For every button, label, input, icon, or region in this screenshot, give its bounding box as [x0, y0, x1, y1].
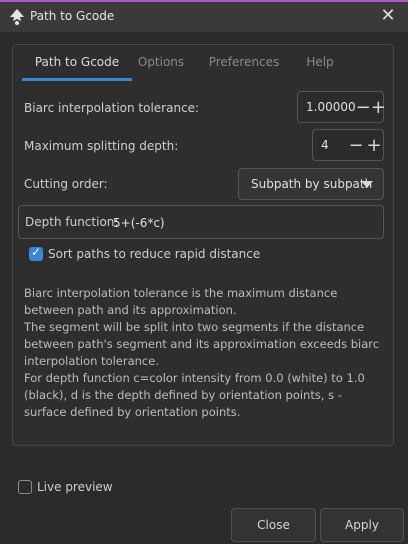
sort-paths-checkbox[interactable]: ✓ — [29, 245, 43, 261]
depth-function-input[interactable] — [111, 209, 377, 237]
checkmark-icon: ✓ — [31, 245, 42, 259]
splitting-depth-value[interactable]: 4 — [313, 138, 347, 152]
cutting-order-dropdown[interactable]: Subpath by subpath — [238, 168, 384, 200]
help-description: Biarc interpolation tolerance is the max… — [24, 285, 384, 421]
description-paragraph: Biarc interpolation tolerance is the max… — [24, 286, 338, 317]
sort-paths-label: Sort paths to reduce rapid distance — [48, 247, 261, 261]
close-icon[interactable]: ✕ — [378, 6, 398, 26]
increment-icon[interactable]: + — [371, 92, 386, 122]
biarc-tolerance-spinner: 1.00000 − + — [297, 91, 386, 123]
apply-button[interactable]: Apply — [320, 508, 404, 542]
biarc-tolerance-label: Biarc interpolation tolerance: — [24, 101, 200, 115]
title-bar: Path to Gcode ✕ — [0, 0, 408, 32]
description-paragraph: For depth function c=color intensity fro… — [24, 371, 365, 419]
depth-function-field: Depth function: — [18, 205, 384, 239]
description-paragraph: The segment will be split into two segme… — [24, 320, 380, 368]
chevron-down-icon — [361, 181, 373, 188]
live-preview-checkbox[interactable] — [18, 480, 32, 494]
tab-preferences[interactable]: Preferences — [204, 45, 284, 81]
cutting-order-label: Cutting order: — [24, 177, 108, 191]
cutting-order-value: Subpath by subpath — [251, 177, 373, 191]
close-button[interactable]: Close — [231, 508, 316, 542]
depth-function-label: Depth function: — [25, 215, 119, 229]
increment-icon[interactable]: + — [365, 130, 383, 160]
inkscape-logo-icon — [10, 9, 24, 25]
decrement-icon[interactable]: − — [347, 130, 365, 160]
decrement-icon[interactable]: − — [356, 92, 371, 122]
splitting-depth-label: Maximum splitting depth: — [24, 139, 179, 153]
biarc-tolerance-value[interactable]: 1.00000 — [298, 100, 356, 114]
tab-help[interactable]: Help — [300, 45, 340, 81]
tab-path-to-gcode[interactable]: Path to Gcode — [22, 45, 132, 81]
window-title: Path to Gcode — [30, 9, 115, 23]
live-preview-label: Live preview — [37, 480, 113, 494]
splitting-depth-spinner: 4 − + — [312, 129, 384, 161]
tab-options[interactable]: Options — [132, 45, 190, 81]
